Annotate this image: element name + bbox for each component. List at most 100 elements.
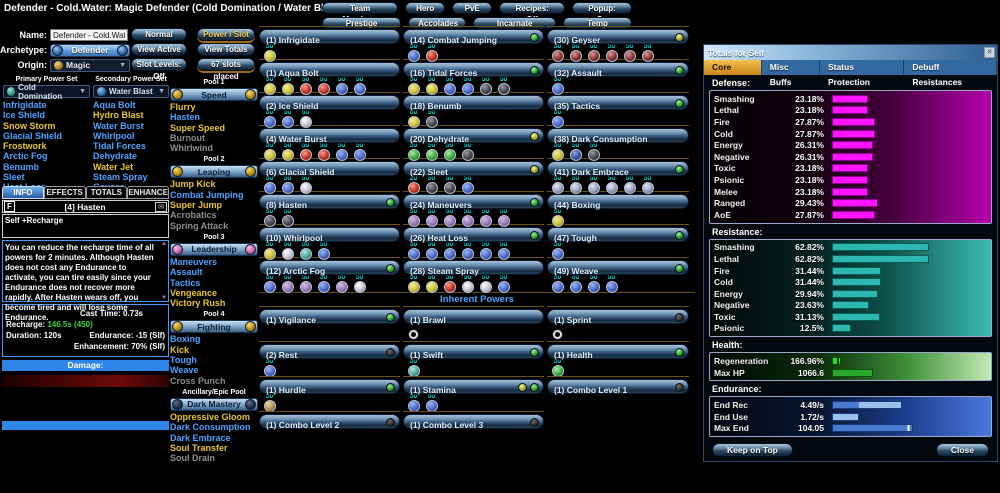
power-bar[interactable]: (1) Brawl: [403, 309, 544, 325]
view-totals-button[interactable]: View Totals: [197, 43, 255, 56]
enhancement-slot[interactable]: 50: [640, 43, 655, 62]
enhancement-slot[interactable]: 50: [604, 274, 619, 293]
power-bar[interactable]: (1) Swift: [403, 344, 544, 360]
totals-titlebar[interactable]: Totals for Self ✕: [704, 45, 997, 60]
power-bar[interactable]: (20) Dehydrate: [403, 128, 544, 144]
powerset-power[interactable]: Whirlpool: [93, 131, 169, 141]
enhancement-slot[interactable]: 50: [352, 142, 367, 161]
power-bar[interactable]: (1) Sprint: [547, 309, 689, 325]
power-bar[interactable]: (2) Rest: [259, 344, 400, 360]
enhancement-slot[interactable]: 50: [496, 241, 511, 260]
f-button[interactable]: F: [4, 201, 15, 212]
pool-set-selector[interactable]: Dark Mastery: [170, 397, 258, 411]
power-bar[interactable]: (10) Whirlpool: [259, 227, 400, 243]
enhancement-slot[interactable]: 50: [640, 175, 655, 194]
scroll-down-icon[interactable]: ▼: [161, 295, 167, 301]
powerset-power[interactable]: Steam Spray: [93, 172, 169, 182]
scrollbar[interactable]: ▲ ▼: [160, 241, 168, 301]
power-bar[interactable]: (8) Hasten: [259, 194, 400, 210]
close-icon[interactable]: ✕: [984, 47, 995, 58]
export-icon[interactable]: ✉: [155, 201, 167, 212]
archetype-icon-right[interactable]: [117, 44, 128, 56]
pool-power[interactable]: Spring Attack: [170, 221, 258, 231]
powerset-power[interactable]: Snow Storm: [3, 121, 90, 131]
pool-power[interactable]: Tactics: [170, 278, 258, 288]
info-tab-totals[interactable]: TOTALS: [85, 186, 128, 199]
power-bar[interactable]: (1) Combo Level 3: [403, 414, 544, 430]
pool-power[interactable]: Jump Kick: [170, 179, 258, 189]
topbar-button[interactable]: Team Members: [322, 2, 399, 24]
info-tab-info[interactable]: INFO: [2, 186, 44, 199]
pool-power[interactable]: Assault: [170, 267, 258, 277]
pool-power[interactable]: Burnout: [170, 133, 258, 143]
power-bar[interactable]: (28) Steam Spray: [403, 260, 544, 276]
power-bar[interactable]: (6) Glacial Shield: [259, 161, 400, 177]
enhancement-slot[interactable]: 50: [478, 76, 493, 95]
powerset-power[interactable]: Aqua Bolt: [93, 100, 169, 110]
pool-power[interactable]: Combat Jumping: [170, 190, 258, 200]
powerset-power[interactable]: Ice Shield: [3, 110, 90, 120]
enhancement-slot[interactable]: 50: [478, 274, 493, 293]
power-bar[interactable]: (1) Combo Level 1: [547, 379, 689, 395]
secondary-set-select[interactable]: Water Blast ▼: [93, 85, 169, 98]
pool-set-selector[interactable]: Leadership: [170, 242, 258, 256]
pool-power[interactable]: Hasten: [170, 112, 258, 122]
powerset-power[interactable]: Arctic Fog: [3, 151, 90, 161]
pool-set-selector[interactable]: Leaping: [170, 165, 258, 179]
slots-placed-button[interactable]: 67 slots placed: [197, 58, 255, 81]
enhancement-slot[interactable]: 50: [460, 175, 475, 194]
power-bar[interactable]: (1) Aqua Bolt: [259, 62, 400, 78]
pool-power[interactable]: Soul Transfer: [170, 443, 258, 453]
pool-power[interactable]: Weave: [170, 365, 258, 375]
power-bar[interactable]: (1) Vigilance: [259, 309, 400, 325]
pool-power[interactable]: Victory Rush: [170, 298, 258, 308]
powerset-power[interactable]: Benumb: [3, 162, 90, 172]
power-bar[interactable]: (1) Hurdle: [259, 379, 400, 395]
pool-power[interactable]: Super Speed: [170, 123, 258, 133]
view-active-sets-button[interactable]: View Active Sets: [131, 43, 187, 66]
name-input[interactable]: [50, 29, 128, 41]
power-bar[interactable]: (41) Dark Embrace: [547, 161, 689, 177]
enhancement-slot[interactable]: 50: [478, 241, 493, 260]
power-bar[interactable]: (38) Dark Consumption: [547, 128, 689, 144]
pool-set-selector[interactable]: Speed: [170, 88, 258, 101]
totals-tab[interactable]: Debuff Resistances: [904, 60, 998, 87]
pool-power[interactable]: Maneuvers: [170, 257, 258, 267]
keep-on-top-button[interactable]: Keep on Top: [712, 443, 793, 457]
enhancement-slot[interactable]: 50: [496, 274, 511, 293]
power-bar[interactable]: (14) Combat Jumping: [403, 29, 544, 45]
power-bar[interactable]: (49) Weave: [547, 260, 689, 276]
pool-power[interactable]: Oppressive Gloom: [170, 412, 258, 422]
enhancement-slot[interactable]: 50: [334, 142, 349, 161]
powerset-power[interactable]: Water Burst: [93, 121, 169, 131]
power-slot-button[interactable]: Power / Slot: [197, 28, 255, 41]
powerset-power[interactable]: Dehydrate: [93, 151, 169, 161]
pool-power[interactable]: Dark Consumption: [170, 422, 258, 432]
powerset-power[interactable]: Sleet: [3, 172, 90, 182]
power-bar[interactable]: (1) Stamina: [403, 379, 544, 395]
enhancement-slot[interactable]: 50: [352, 274, 367, 293]
power-bar[interactable]: (44) Boxing: [547, 194, 689, 210]
archetype-select[interactable]: Defender: [50, 43, 130, 57]
enhancement-slot[interactable]: 50: [334, 274, 349, 293]
info-tab-effects[interactable]: EFFECTS: [43, 186, 86, 199]
pool-power[interactable]: Soul Drain: [170, 453, 258, 463]
archetype-icon-left[interactable]: [52, 44, 63, 56]
totals-tab[interactable]: Status Protection: [820, 60, 905, 87]
power-bar[interactable]: (1) Combo Level 2: [259, 414, 400, 430]
normal-button[interactable]: Normal: [131, 28, 187, 41]
primary-set-select[interactable]: Cold Domination ▼: [3, 83, 90, 101]
pool-power[interactable]: Kick: [170, 345, 258, 355]
totals-tab[interactable]: Misc Buffs: [762, 60, 820, 87]
powerset-power[interactable]: Glacial Shield: [3, 131, 90, 141]
pool-power[interactable]: Acrobatics: [170, 210, 258, 220]
topbar-button[interactable]: Hero: [405, 2, 446, 14]
power-bar[interactable]: (2) Ice Shield: [259, 95, 400, 111]
enhancement-slot[interactable]: 50: [622, 43, 637, 62]
totals-tab[interactable]: Core Stats: [704, 60, 762, 87]
origin-select[interactable]: Magic ▼: [50, 58, 130, 72]
power-bar[interactable]: (4) Water Burst: [259, 128, 400, 144]
power-bar[interactable]: (32) Assault: [547, 62, 689, 78]
powerset-power[interactable]: Water Jet: [93, 162, 169, 172]
powerset-power[interactable]: Tidal Forces: [93, 141, 169, 151]
